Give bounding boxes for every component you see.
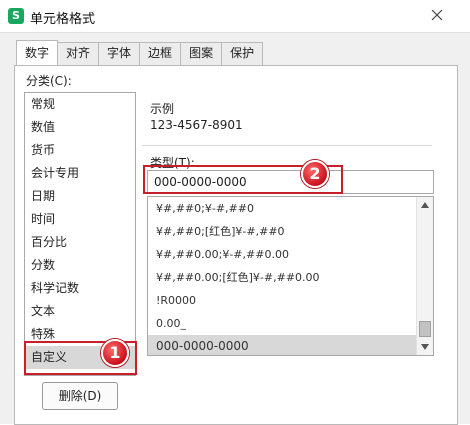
tab-alignment[interactable]: 对齐 [57,42,100,65]
title-bar: S 单元格格式 [0,0,470,32]
category-item-number[interactable]: 数值 [25,116,135,139]
tab-border[interactable]: 边框 [139,42,182,65]
format-item[interactable]: 0.00_ [148,312,416,335]
format-list-scrollbar[interactable] [416,197,433,355]
type-label: 类型(T): [150,156,195,170]
category-item-currency[interactable]: 货币 [25,139,135,162]
scroll-thumb[interactable] [419,321,431,337]
scroll-up-button[interactable] [417,197,433,213]
dialog-title: 单元格格式 [30,12,96,27]
tab-number[interactable]: 数字 [16,40,59,65]
type-input[interactable] [147,170,434,194]
close-button[interactable] [422,4,452,26]
format-item[interactable]: ¥#,##0;[红色]¥-#,##0 [148,220,416,243]
category-item-percentage[interactable]: 百分比 [25,231,135,254]
triangle-down-icon [421,344,429,350]
format-item-selected[interactable]: 000-0000-0000 [148,335,416,355]
category-item-scientific[interactable]: 科学记数 [25,277,135,300]
category-label: 分类(C): [26,74,72,88]
tab-protection[interactable]: 保护 [221,42,264,65]
tab-font[interactable]: 字体 [98,42,141,65]
format-item[interactable]: ¥#,##0;¥-#,##0 [148,197,416,220]
format-item[interactable]: !R0000 [148,289,416,312]
category-item-accounting[interactable]: 会计专用 [25,162,135,185]
category-item-text[interactable]: 文本 [25,300,135,323]
format-item[interactable]: ¥#,##0.00;¥-#,##0.00 [148,243,416,266]
close-icon [431,9,443,21]
app-icon: S [8,8,24,24]
triangle-up-icon [421,202,429,208]
sample-label: 示例 [150,102,175,116]
sample-value: 123-4567-8901 [150,118,243,132]
tab-bar: 数字 对齐 字体 边框 图案 保护 [16,40,264,65]
tab-pattern[interactable]: 图案 [180,42,223,65]
category-item-time[interactable]: 时间 [25,208,135,231]
category-list[interactable]: 常规 数值 货币 会计专用 日期 时间 百分比 分数 科学记数 文本 特殊 自定… [24,92,136,376]
format-item[interactable]: ¥#,##0.00;[红色]¥-#,##0.00 [148,266,416,289]
delete-button[interactable]: 删除(D) [42,382,118,410]
step-badge-2: 2 [301,160,329,188]
step-badge-1: 1 [101,339,129,367]
category-item-fraction[interactable]: 分数 [25,254,135,277]
category-item-general[interactable]: 常规 [25,93,135,116]
format-code-list[interactable]: ¥#,##0;¥-#,##0 ¥#,##0;[红色]¥-#,##0 ¥#,##0… [147,196,434,356]
scroll-down-button[interactable] [417,339,433,355]
category-item-date[interactable]: 日期 [25,185,135,208]
